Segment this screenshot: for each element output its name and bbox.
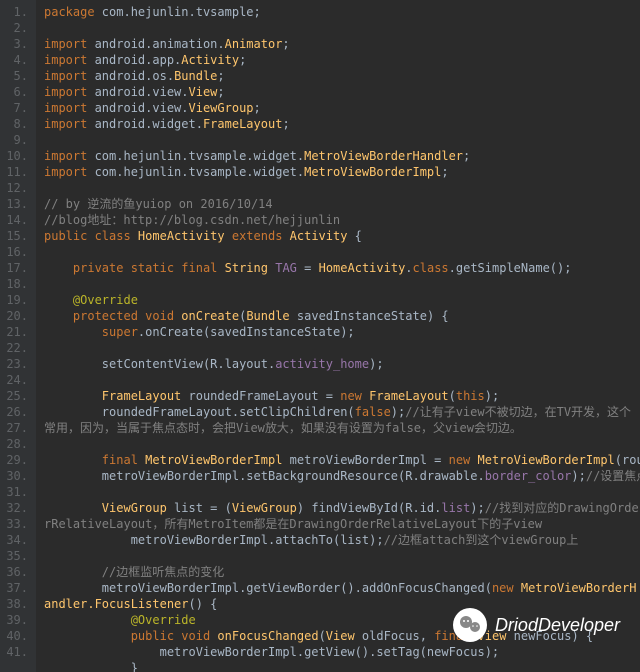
code-line: import android.view.View; xyxy=(44,84,640,100)
line-number: 29. xyxy=(4,452,28,468)
line-number: 16. xyxy=(4,244,28,260)
line-number: 40. xyxy=(4,628,28,644)
code-line: package com.hejunlin.tvsample; xyxy=(44,4,640,20)
code-line xyxy=(44,340,640,356)
line-number: 7. xyxy=(4,100,28,116)
line-number: 12. xyxy=(4,180,28,196)
code-line: import android.view.ViewGroup; xyxy=(44,100,640,116)
line-number: 38. xyxy=(4,596,28,612)
code-line: //边框监听焦点的变化 xyxy=(44,564,640,580)
code-line xyxy=(44,132,640,148)
code-line: import android.os.Bundle; xyxy=(44,68,640,84)
line-number-gutter: 1.2.3.4.5.6.7.8.9.10.11.12.13.14.15.16.1… xyxy=(0,0,36,672)
line-number: 4. xyxy=(4,52,28,68)
line-number: 32. xyxy=(4,500,28,516)
line-number: 18. xyxy=(4,276,28,292)
line-number: 5. xyxy=(4,68,28,84)
watermark: DriodDeveloper xyxy=(453,608,620,642)
code-line: import com.hejunlin.tvsample.widget.Metr… xyxy=(44,148,640,164)
line-number: 24. xyxy=(4,372,28,388)
line-number: 31. xyxy=(4,484,28,500)
line-number: 2. xyxy=(4,20,28,36)
code-line: setContentView(R.layout.activity_home); xyxy=(44,356,640,372)
line-number: 10. xyxy=(4,148,28,164)
line-number: 27. xyxy=(4,420,28,436)
code-line: roundedFrameLayout.setClipChildren(false… xyxy=(44,404,640,436)
line-number: 20. xyxy=(4,308,28,324)
code-line: final MetroViewBorderImpl metroViewBorde… xyxy=(44,452,640,468)
line-number: 8. xyxy=(4,116,28,132)
line-number: 33. xyxy=(4,516,28,532)
code-line: super.onCreate(savedInstanceState); xyxy=(44,324,640,340)
line-number: 41. xyxy=(4,644,28,660)
code-line xyxy=(44,372,640,388)
code-line: @Override xyxy=(44,292,640,308)
line-number: 39. xyxy=(4,612,28,628)
line-number: 25. xyxy=(4,388,28,404)
line-number: 30. xyxy=(4,468,28,484)
line-number: 36. xyxy=(4,564,28,580)
line-number: 17. xyxy=(4,260,28,276)
code-line: FrameLayout roundedFrameLayout = new Fra… xyxy=(44,388,640,404)
line-number: 13. xyxy=(4,196,28,212)
line-number: 26. xyxy=(4,404,28,420)
code-line xyxy=(44,436,640,452)
code-line: ViewGroup list = (ViewGroup) findViewByI… xyxy=(44,500,640,532)
code-line: metroViewBorderImpl.setBackgroundResourc… xyxy=(44,468,640,484)
line-number: 6. xyxy=(4,84,28,100)
line-number: 14. xyxy=(4,212,28,228)
code-line xyxy=(44,276,640,292)
line-number: 11. xyxy=(4,164,28,180)
line-number: 37. xyxy=(4,580,28,596)
code-line: metroViewBorderImpl.attachTo(list);//边框a… xyxy=(44,532,640,548)
code-line xyxy=(44,548,640,564)
code-area[interactable]: package com.hejunlin.tvsample; import and… xyxy=(36,0,640,672)
code-line: private static final String TAG = HomeAc… xyxy=(44,260,640,276)
code-line: // by 逆流的鱼yuiop on 2016/10/14 xyxy=(44,196,640,212)
code-line: } xyxy=(44,660,640,672)
line-number: 15. xyxy=(4,228,28,244)
code-line xyxy=(44,244,640,260)
code-line: public class HomeActivity extends Activi… xyxy=(44,228,640,244)
line-number: 3. xyxy=(4,36,28,52)
code-line: metroViewBorderImpl.getView().setTag(new… xyxy=(44,644,640,660)
wechat-icon xyxy=(453,608,487,642)
line-number: 1. xyxy=(4,4,28,20)
code-line: import android.animation.Animator; xyxy=(44,36,640,52)
code-line: import android.app.Activity; xyxy=(44,52,640,68)
line-number: 23. xyxy=(4,356,28,372)
code-editor: 1.2.3.4.5.6.7.8.9.10.11.12.13.14.15.16.1… xyxy=(0,0,640,672)
line-number: 22. xyxy=(4,340,28,356)
code-line: import com.hejunlin.tvsample.widget.Metr… xyxy=(44,164,640,180)
code-line xyxy=(44,180,640,196)
code-line xyxy=(44,484,640,500)
line-number: 28. xyxy=(4,436,28,452)
line-number: 34. xyxy=(4,532,28,548)
code-line xyxy=(44,20,640,36)
line-number: 9. xyxy=(4,132,28,148)
watermark-text: DriodDeveloper xyxy=(495,615,620,636)
code-line: //blog地址：http://blog.csdn.net/hejjunlin xyxy=(44,212,640,228)
code-line: protected void onCreate(Bundle savedInst… xyxy=(44,308,640,324)
line-number: 19. xyxy=(4,292,28,308)
line-number: 35. xyxy=(4,548,28,564)
line-number: 21. xyxy=(4,324,28,340)
code-line: import android.widget.FrameLayout; xyxy=(44,116,640,132)
